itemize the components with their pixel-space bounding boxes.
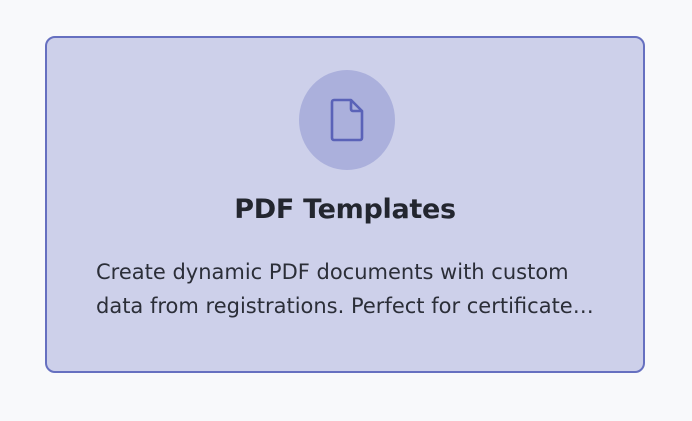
document-icon (330, 98, 364, 142)
card-title: PDF Templates (234, 194, 456, 225)
card-description: Create dynamic PDF documents with custom… (96, 260, 591, 318)
icon-badge (299, 70, 395, 170)
pdf-templates-card[interactable]: PDF Templates Create dynamic PDF documen… (45, 36, 645, 373)
